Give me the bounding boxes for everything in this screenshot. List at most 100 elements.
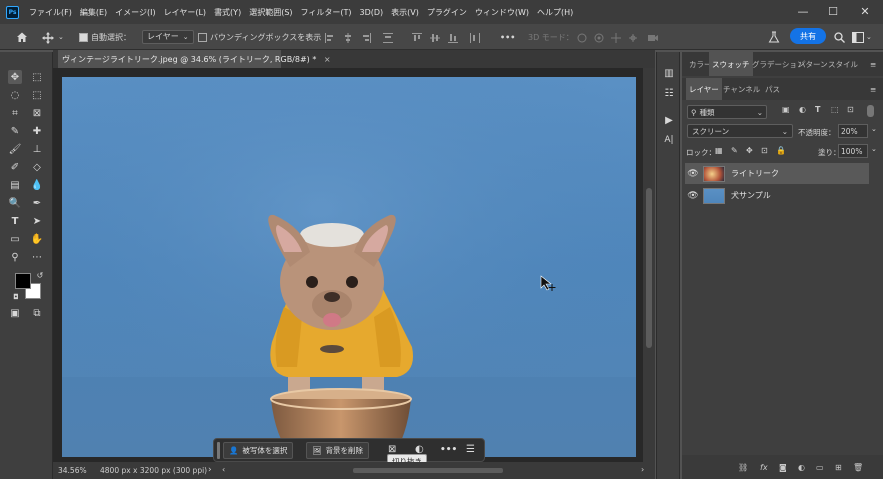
vertical-scroll-thumb[interactable] (646, 188, 652, 348)
more-options-button[interactable]: ••• (500, 30, 515, 44)
align-left-icon[interactable] (325, 33, 335, 43)
screen-mode-button[interactable]: ⧉ (30, 306, 44, 320)
filter-type-icon[interactable]: T (815, 105, 820, 114)
blur-tool-button[interactable]: 💧 (30, 178, 44, 192)
link-layers-icon[interactable]: ⛓ (738, 463, 748, 472)
fill-chevron-icon[interactable]: ⌄ (871, 145, 877, 153)
distribute-vertical-icon[interactable] (470, 33, 480, 43)
menu-window[interactable]: ウィンドウ(W) (471, 7, 533, 18)
align-center-icon[interactable] (343, 33, 353, 43)
new-layer-icon[interactable]: ⊞ (835, 463, 842, 472)
remove-background-button[interactable]: 🖼 背景を削除 (306, 442, 370, 459)
dodge-tool-button[interactable]: 🔍 (8, 196, 22, 210)
scroll-left-arrow[interactable]: ‹ (222, 465, 225, 474)
auto-select-option[interactable]: 自動選択： (79, 30, 131, 44)
visibility-eye-icon[interactable]: 👁 (685, 191, 701, 201)
tool-preset-chevron-icon[interactable]: ⌄ (58, 30, 64, 44)
adjustments-panel-icon[interactable]: ☷ (662, 86, 676, 100)
document-tab[interactable]: ヴィンテージライトリーク.jpeg @ 34.6% (ライトリーク, RGB/8… (58, 50, 331, 68)
lock-transparent-icon[interactable]: ▦ (715, 146, 723, 155)
layers-menu-icon[interactable]: ≡ (867, 78, 879, 100)
stamp-tool-button[interactable]: ⊥ (30, 142, 44, 156)
layer-filter-dropdown[interactable]: ⚲ 種類 ⌄ (687, 105, 767, 119)
move-tool-button[interactable]: ✥ (8, 70, 22, 84)
opacity-chevron-icon[interactable]: ⌄ (871, 125, 877, 133)
gradient-tool-button[interactable]: ▤ (8, 178, 22, 192)
vertical-scrollbar[interactable] (643, 68, 655, 462)
tab-swatches[interactable]: スウォッチ (709, 52, 753, 76)
filter-toggle[interactable] (867, 105, 874, 117)
lock-artboard-icon[interactable]: ⊡ (761, 146, 768, 155)
filter-shape-icon[interactable]: ⬚ (831, 105, 839, 114)
tab-channels[interactable]: チャンネル (720, 78, 763, 100)
select-subject-button[interactable]: 👤 被写体を選択 (223, 442, 294, 459)
opacity-field[interactable]: 20% (838, 124, 868, 138)
quick-mask-button[interactable]: ▣ (8, 306, 22, 320)
menu-filter[interactable]: フィルター(T) (297, 7, 356, 18)
blend-mode-dropdown[interactable]: スクリーン ⌄ (687, 124, 793, 138)
settings-sliders-icon[interactable]: ☰ (466, 444, 475, 455)
pen-tool-button[interactable]: ✒ (30, 196, 44, 210)
actions-panel-icon[interactable]: ▶ (662, 113, 676, 127)
healing-brush-tool-button[interactable]: ✚ (30, 124, 44, 138)
close-window-button[interactable]: ✕ (850, 0, 880, 22)
rectangle-tool-button[interactable]: ▭ (8, 232, 22, 246)
character-panel-icon[interactable]: A| (662, 133, 676, 147)
lock-position-icon[interactable]: ✥ (746, 146, 753, 155)
default-colors-icon[interactable]: ◘ (9, 290, 23, 304)
new-adjustment-icon[interactable]: ◐ (798, 463, 805, 472)
hand-tool-button[interactable]: ✋ (30, 232, 44, 246)
zoom-level[interactable]: 34.56% (58, 466, 87, 475)
type-tool-button[interactable]: T (8, 214, 22, 228)
workspace-chevron-icon[interactable]: ⌄ (866, 30, 872, 44)
menu-file[interactable]: ファイル(F) (25, 7, 76, 18)
lock-pixels-icon[interactable]: ✎ (731, 146, 738, 155)
add-mask-icon[interactable]: ◙ (779, 463, 787, 472)
bounding-box-checkbox[interactable] (198, 32, 207, 42)
align-top-icon[interactable] (412, 33, 422, 43)
auto-select-checkbox[interactable] (79, 32, 88, 42)
fill-field[interactable]: 100% (838, 144, 868, 158)
maximize-button[interactable]: ☐ (818, 0, 848, 22)
tab-layers[interactable]: レイヤー (686, 78, 722, 100)
share-button[interactable]: 共有 (790, 28, 826, 44)
filter-smart-icon[interactable]: ⊡ (847, 105, 854, 114)
frame-tool-button[interactable]: ⊠ (30, 106, 44, 120)
more-actions-button[interactable]: ••• (440, 445, 457, 455)
distribute-icon[interactable] (383, 33, 393, 43)
bounding-box-option[interactable]: バウンディングボックスを表示 (198, 30, 321, 44)
eraser-tool-button[interactable]: ◇ (30, 160, 44, 174)
object-select-tool-button[interactable]: ⬚ (30, 88, 44, 102)
filter-adjust-icon[interactable]: ◐ (799, 105, 806, 114)
menu-image[interactable]: イメージ(I) (111, 7, 159, 18)
status-menu-arrow[interactable]: › (208, 465, 212, 475)
scroll-right-arrow[interactable]: › (641, 465, 644, 474)
tab-styles[interactable]: スタイル (825, 52, 861, 76)
menu-help[interactable]: ヘルプ(H) (533, 7, 577, 18)
menu-view[interactable]: 表示(V) (387, 7, 423, 18)
fx-icon[interactable]: fx (760, 463, 768, 472)
menu-edit[interactable]: 編集(E) (76, 7, 111, 18)
align-right-icon[interactable] (361, 33, 371, 43)
lasso-tool-button[interactable]: ◌ (8, 88, 22, 102)
history-panel-icon[interactable]: ▥ (662, 66, 676, 80)
move-tool-icon[interactable] (42, 32, 54, 44)
menu-select[interactable]: 選択範囲(S) (245, 7, 296, 18)
canvas-area[interactable] (53, 68, 643, 462)
history-brush-tool-button[interactable]: ✐ (8, 160, 22, 174)
tab-paths[interactable]: パス (762, 78, 783, 100)
foreground-color-swatch[interactable] (15, 273, 31, 289)
delete-layer-icon[interactable]: 🗑 (853, 463, 863, 472)
eyedropper-tool-button[interactable]: ✎ (8, 124, 22, 138)
visibility-eye-icon[interactable]: 👁 (685, 169, 701, 179)
panel-menu-icon[interactable]: ≡ (867, 52, 879, 76)
layer-row-dog-sample[interactable]: 👁 犬サンプル (685, 185, 869, 206)
close-tab-icon[interactable]: × (324, 55, 331, 64)
home-icon[interactable] (16, 31, 28, 43)
menu-type[interactable]: 書式(Y) (210, 7, 245, 18)
auto-select-dropdown[interactable]: レイヤー ⌄ (142, 30, 194, 44)
filter-pixel-icon[interactable]: ▣ (782, 105, 790, 114)
crop-tool-button[interactable]: ⌗ (8, 106, 22, 120)
more-tools-button[interactable]: ⋯ (30, 250, 44, 264)
lock-all-icon[interactable]: 🔒 (776, 146, 786, 155)
